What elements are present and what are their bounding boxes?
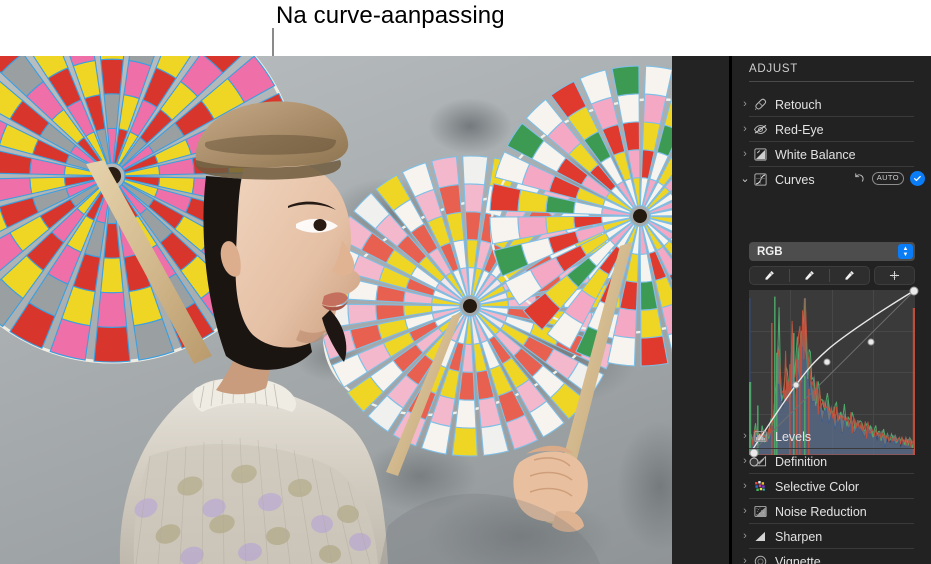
levels-icon	[752, 429, 768, 445]
adjust-section-title: ADJUST	[749, 63, 798, 75]
curve-control-point-white[interactable]	[909, 286, 919, 296]
sidebar-item-noise-reduction[interactable]: › Noise Reduction	[732, 499, 931, 524]
red-eye-icon	[752, 122, 768, 138]
black-point-eyedropper-button[interactable]	[750, 267, 789, 284]
channel-select[interactable]: RGB ▲ ▼	[749, 242, 915, 261]
eyedropper-tool-group	[749, 266, 870, 285]
photo-artwork	[0, 56, 672, 564]
white-balance-icon	[752, 147, 768, 163]
sidebar-item-levels[interactable]: › Levels	[732, 424, 931, 449]
adjust-title-divider	[749, 81, 914, 82]
sidebar-item-label: Curves	[775, 172, 815, 187]
noise-reduction-icon	[752, 504, 768, 520]
sidebar-item-label: Noise Reduction	[775, 504, 867, 519]
auto-button[interactable]: AUTO	[871, 172, 904, 185]
sidebar-item-label: White Balance	[775, 147, 856, 162]
vignette-icon	[752, 554, 768, 564]
chevron-right-icon[interactable]: ›	[738, 149, 752, 160]
curves-icon	[752, 172, 768, 188]
sidebar-item-label: Retouch	[775, 97, 822, 112]
sidebar-item-label: Red-Eye	[775, 122, 824, 137]
chevron-right-icon[interactable]: ›	[738, 531, 752, 542]
chevron-right-icon[interactable]: ›	[738, 431, 752, 442]
callout-label: Na curve-aanpassing	[276, 2, 505, 29]
sidebar-item-red-eye[interactable]: › Red-Eye	[732, 117, 931, 142]
curve-control-point-1[interactable]	[792, 381, 800, 389]
sidebar-item-curves[interactable]: ⌄ Curves AUTO	[732, 167, 931, 192]
canvas-gutter	[672, 56, 731, 564]
retouch-icon	[752, 97, 768, 113]
add-point-button[interactable]	[875, 267, 914, 284]
photo-image[interactable]	[0, 56, 672, 564]
chevron-down-icon[interactable]: ⌄	[738, 174, 752, 185]
sharpen-icon	[752, 529, 768, 545]
stepper-icon[interactable]: ▲ ▼	[898, 244, 913, 259]
chevron-right-icon[interactable]: ›	[738, 481, 752, 492]
sidebar-item-label: Selective Color	[775, 479, 860, 494]
callout-leader-line	[272, 28, 274, 58]
gray-point-eyedropper-button[interactable]	[790, 267, 829, 284]
definition-icon	[752, 454, 768, 470]
chevron-right-icon[interactable]: ›	[738, 456, 752, 467]
chevron-right-icon[interactable]: ›	[738, 99, 752, 110]
sidebar-item-retouch[interactable]: › Retouch	[732, 92, 931, 117]
curve-control-point-3[interactable]	[867, 338, 875, 346]
adjust-inspector-panel: ADJUST › Retouch › Red-Eye › White Balan…	[732, 56, 931, 564]
white-point-eyedropper-button[interactable]	[830, 267, 869, 284]
curve-control-point-2[interactable]	[823, 358, 831, 366]
chevron-down-icon: ▼	[902, 251, 909, 258]
curves-header-controls: AUTO	[853, 171, 925, 186]
selective-color-icon	[752, 479, 768, 495]
sidebar-item-label: Sharpen	[775, 529, 823, 544]
reset-arrow-icon[interactable]	[853, 171, 866, 186]
sidebar-item-white-balance[interactable]: › White Balance	[732, 142, 931, 167]
channel-select-value: RGB	[757, 245, 783, 258]
chevron-right-icon[interactable]: ›	[738, 124, 752, 135]
chevron-right-icon[interactable]: ›	[738, 506, 752, 517]
sidebar-item-selective-color[interactable]: › Selective Color	[732, 474, 931, 499]
sidebar-item-definition[interactable]: › Definition	[732, 449, 931, 474]
chevron-right-icon[interactable]: ›	[738, 556, 752, 564]
sidebar-item-vignette[interactable]: › Vignette	[732, 549, 931, 564]
screenshot-root: Na curve-aanpassing ADJUST › Retouch › R…	[0, 0, 931, 564]
curves-enabled-toggle[interactable]	[910, 171, 925, 186]
sidebar-item-label: Vignette	[775, 554, 821, 564]
viewer-canvas	[0, 56, 731, 564]
sidebar-item-label: Definition	[775, 454, 828, 469]
sidebar-item-label: Levels	[775, 429, 812, 444]
sidebar-item-sharpen[interactable]: › Sharpen	[732, 524, 931, 549]
add-point-tool-group	[874, 266, 915, 285]
